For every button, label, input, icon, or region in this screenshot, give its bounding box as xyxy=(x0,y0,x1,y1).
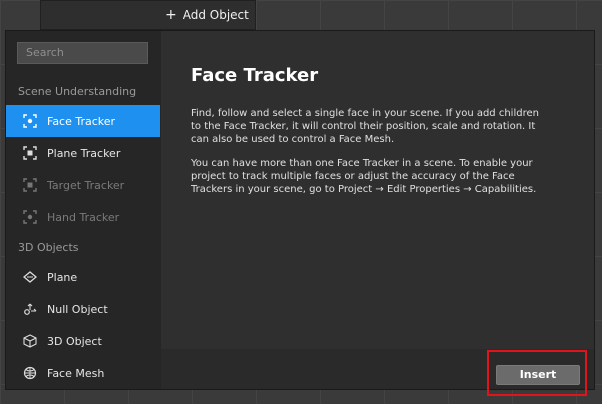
description-panel: Face Tracker Find, follow and select a s… xyxy=(161,31,594,389)
plane-tracker-icon xyxy=(23,146,37,160)
cube-icon xyxy=(23,334,37,348)
plus-icon: + xyxy=(165,7,177,23)
object-sidebar: Search Scene Understanding Face Tracker … xyxy=(6,31,161,389)
hand-tracker-icon xyxy=(23,210,37,224)
null-object-icon xyxy=(24,303,37,315)
sidebar-item-label: Face Mesh xyxy=(47,366,105,380)
sidebar-item-label: Face Tracker xyxy=(47,114,116,128)
sidebar-item-label: Hand Tracker xyxy=(47,210,120,224)
page-title: Face Tracker xyxy=(191,65,319,86)
section-scene-understanding: Scene Understanding xyxy=(18,85,137,98)
add-object-dialog: Search Scene Understanding Face Tracker … xyxy=(5,30,595,390)
face-mesh-icon xyxy=(23,366,37,380)
add-object-button[interactable]: + Add Object xyxy=(165,8,249,22)
face-tracker-icon xyxy=(23,114,37,128)
sidebar-item-face-tracker[interactable]: Face Tracker xyxy=(6,105,160,137)
description-paragraph-1: Find, follow and select a single face in… xyxy=(191,108,539,145)
sidebar-item-plane-tracker[interactable]: Plane Tracker xyxy=(6,137,160,169)
search-input[interactable]: Search xyxy=(17,42,148,64)
sidebar-item-hand-tracker: Hand Tracker xyxy=(6,201,160,233)
sidebar-item-label: Null Object xyxy=(47,302,108,316)
sidebar-item-3d-object[interactable]: 3D Object xyxy=(6,325,160,357)
sidebar-item-plane[interactable]: Plane xyxy=(6,261,160,293)
plane-icon xyxy=(23,271,37,283)
sidebar-item-label: 3D Object xyxy=(47,334,102,348)
sidebar-item-label: Plane xyxy=(47,270,78,284)
add-object-label: Add Object xyxy=(182,8,249,22)
description-paragraph-2: You can have more than one Face Tracker … xyxy=(191,158,537,195)
sidebar-item-target-tracker: Target Tracker xyxy=(6,169,160,201)
sidebar-item-null-object[interactable]: Null Object xyxy=(6,293,160,325)
sidebar-item-label: Plane Tracker xyxy=(47,146,121,160)
section-3d-objects: 3D Objects xyxy=(18,241,79,254)
target-tracker-icon xyxy=(23,178,37,192)
sidebar-item-label: Target Tracker xyxy=(47,178,125,192)
insert-button[interactable]: Insert xyxy=(496,365,580,385)
sidebar-item-face-mesh[interactable]: Face Mesh xyxy=(6,357,160,389)
